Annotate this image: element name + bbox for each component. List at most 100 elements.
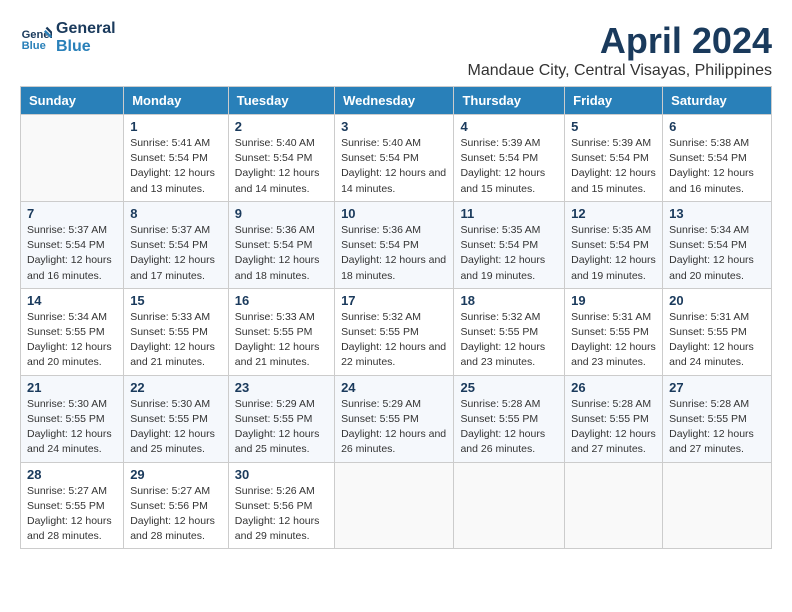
day-number: 13 — [669, 206, 765, 221]
week-row-4: 21 Sunrise: 5:30 AMSunset: 5:55 PMDaylig… — [21, 375, 772, 462]
calendar-cell: 25 Sunrise: 5:28 AMSunset: 5:55 PMDaylig… — [454, 375, 565, 462]
day-info: Sunrise: 5:35 AMSunset: 5:54 PMDaylight:… — [571, 223, 656, 284]
day-number: 12 — [571, 206, 656, 221]
day-info: Sunrise: 5:28 AMSunset: 5:55 PMDaylight:… — [669, 397, 765, 458]
day-info: Sunrise: 5:39 AMSunset: 5:54 PMDaylight:… — [460, 136, 558, 197]
day-info: Sunrise: 5:29 AMSunset: 5:55 PMDaylight:… — [235, 397, 328, 458]
day-number: 22 — [130, 380, 222, 395]
day-number: 6 — [669, 119, 765, 134]
calendar-cell: 26 Sunrise: 5:28 AMSunset: 5:55 PMDaylig… — [565, 375, 663, 462]
calendar-cell — [21, 115, 124, 202]
header-cell-sunday: Sunday — [21, 87, 124, 115]
week-row-5: 28 Sunrise: 5:27 AMSunset: 5:55 PMDaylig… — [21, 462, 772, 549]
calendar-cell: 14 Sunrise: 5:34 AMSunset: 5:55 PMDaylig… — [21, 288, 124, 375]
calendar-cell: 8 Sunrise: 5:37 AMSunset: 5:54 PMDayligh… — [124, 201, 229, 288]
day-number: 8 — [130, 206, 222, 221]
calendar-cell: 22 Sunrise: 5:30 AMSunset: 5:55 PMDaylig… — [124, 375, 229, 462]
day-info: Sunrise: 5:39 AMSunset: 5:54 PMDaylight:… — [571, 136, 656, 197]
logo: General Blue General Blue — [20, 20, 116, 55]
day-info: Sunrise: 5:34 AMSunset: 5:55 PMDaylight:… — [27, 310, 117, 371]
day-info: Sunrise: 5:30 AMSunset: 5:55 PMDaylight:… — [27, 397, 117, 458]
logo-icon: General Blue — [20, 22, 52, 54]
calendar-cell: 13 Sunrise: 5:34 AMSunset: 5:54 PMDaylig… — [663, 201, 772, 288]
calendar-cell: 30 Sunrise: 5:26 AMSunset: 5:56 PMDaylig… — [228, 462, 334, 549]
calendar-cell: 5 Sunrise: 5:39 AMSunset: 5:54 PMDayligh… — [565, 115, 663, 202]
day-info: Sunrise: 5:28 AMSunset: 5:55 PMDaylight:… — [460, 397, 558, 458]
calendar-cell — [335, 462, 454, 549]
week-row-3: 14 Sunrise: 5:34 AMSunset: 5:55 PMDaylig… — [21, 288, 772, 375]
day-number: 1 — [130, 119, 222, 134]
day-number: 7 — [27, 206, 117, 221]
calendar-cell: 6 Sunrise: 5:38 AMSunset: 5:54 PMDayligh… — [663, 115, 772, 202]
day-number: 20 — [669, 293, 765, 308]
day-number: 16 — [235, 293, 328, 308]
day-info: Sunrise: 5:37 AMSunset: 5:54 PMDaylight:… — [27, 223, 117, 284]
header-cell-saturday: Saturday — [663, 87, 772, 115]
day-info: Sunrise: 5:38 AMSunset: 5:54 PMDaylight:… — [669, 136, 765, 197]
day-info: Sunrise: 5:30 AMSunset: 5:55 PMDaylight:… — [130, 397, 222, 458]
day-info: Sunrise: 5:33 AMSunset: 5:55 PMDaylight:… — [130, 310, 222, 371]
day-info: Sunrise: 5:29 AMSunset: 5:55 PMDaylight:… — [341, 397, 447, 458]
svg-text:Blue: Blue — [22, 40, 46, 52]
logo-line1: General — [56, 20, 116, 38]
day-number: 2 — [235, 119, 328, 134]
calendar-cell: 17 Sunrise: 5:32 AMSunset: 5:55 PMDaylig… — [335, 288, 454, 375]
day-info: Sunrise: 5:26 AMSunset: 5:56 PMDaylight:… — [235, 484, 328, 545]
calendar-cell: 29 Sunrise: 5:27 AMSunset: 5:56 PMDaylig… — [124, 462, 229, 549]
calendar-cell — [565, 462, 663, 549]
day-number: 3 — [341, 119, 447, 134]
day-info: Sunrise: 5:33 AMSunset: 5:55 PMDaylight:… — [235, 310, 328, 371]
header-cell-tuesday: Tuesday — [228, 87, 334, 115]
day-info: Sunrise: 5:36 AMSunset: 5:54 PMDaylight:… — [235, 223, 328, 284]
day-number: 24 — [341, 380, 447, 395]
day-info: Sunrise: 5:32 AMSunset: 5:55 PMDaylight:… — [460, 310, 558, 371]
header-cell-monday: Monday — [124, 87, 229, 115]
subtitle: Mandaue City, Central Visayas, Philippin… — [468, 62, 772, 80]
week-row-1: 1 Sunrise: 5:41 AMSunset: 5:54 PMDayligh… — [21, 115, 772, 202]
day-info: Sunrise: 5:27 AMSunset: 5:56 PMDaylight:… — [130, 484, 222, 545]
calendar-cell — [663, 462, 772, 549]
day-number: 25 — [460, 380, 558, 395]
day-number: 14 — [27, 293, 117, 308]
calendar-cell — [454, 462, 565, 549]
title-section: April 2024 Mandaue City, Central Visayas… — [468, 20, 772, 80]
day-info: Sunrise: 5:41 AMSunset: 5:54 PMDaylight:… — [130, 136, 222, 197]
header-row: SundayMondayTuesdayWednesdayThursdayFrid… — [21, 87, 772, 115]
header-cell-thursday: Thursday — [454, 87, 565, 115]
day-number: 26 — [571, 380, 656, 395]
day-number: 30 — [235, 467, 328, 482]
month-title: April 2024 — [468, 20, 772, 62]
calendar-cell: 24 Sunrise: 5:29 AMSunset: 5:55 PMDaylig… — [335, 375, 454, 462]
header-cell-friday: Friday — [565, 87, 663, 115]
calendar-cell: 23 Sunrise: 5:29 AMSunset: 5:55 PMDaylig… — [228, 375, 334, 462]
day-number: 18 — [460, 293, 558, 308]
calendar-cell: 20 Sunrise: 5:31 AMSunset: 5:55 PMDaylig… — [663, 288, 772, 375]
day-number: 21 — [27, 380, 117, 395]
day-number: 5 — [571, 119, 656, 134]
day-number: 27 — [669, 380, 765, 395]
calendar-cell: 27 Sunrise: 5:28 AMSunset: 5:55 PMDaylig… — [663, 375, 772, 462]
day-number: 19 — [571, 293, 656, 308]
logo-line2: Blue — [56, 38, 116, 56]
calendar-cell: 7 Sunrise: 5:37 AMSunset: 5:54 PMDayligh… — [21, 201, 124, 288]
calendar-cell: 4 Sunrise: 5:39 AMSunset: 5:54 PMDayligh… — [454, 115, 565, 202]
day-info: Sunrise: 5:28 AMSunset: 5:55 PMDaylight:… — [571, 397, 656, 458]
day-info: Sunrise: 5:40 AMSunset: 5:54 PMDaylight:… — [341, 136, 447, 197]
calendar-cell: 1 Sunrise: 5:41 AMSunset: 5:54 PMDayligh… — [124, 115, 229, 202]
calendar-cell: 16 Sunrise: 5:33 AMSunset: 5:55 PMDaylig… — [228, 288, 334, 375]
day-number: 15 — [130, 293, 222, 308]
day-info: Sunrise: 5:36 AMSunset: 5:54 PMDaylight:… — [341, 223, 447, 284]
calendar-table: SundayMondayTuesdayWednesdayThursdayFrid… — [20, 86, 772, 549]
day-number: 11 — [460, 206, 558, 221]
day-info: Sunrise: 5:31 AMSunset: 5:55 PMDaylight:… — [669, 310, 765, 371]
calendar-cell: 3 Sunrise: 5:40 AMSunset: 5:54 PMDayligh… — [335, 115, 454, 202]
day-info: Sunrise: 5:31 AMSunset: 5:55 PMDaylight:… — [571, 310, 656, 371]
day-info: Sunrise: 5:37 AMSunset: 5:54 PMDaylight:… — [130, 223, 222, 284]
day-number: 29 — [130, 467, 222, 482]
calendar-cell: 15 Sunrise: 5:33 AMSunset: 5:55 PMDaylig… — [124, 288, 229, 375]
calendar-cell: 9 Sunrise: 5:36 AMSunset: 5:54 PMDayligh… — [228, 201, 334, 288]
day-number: 10 — [341, 206, 447, 221]
calendar-cell: 18 Sunrise: 5:32 AMSunset: 5:55 PMDaylig… — [454, 288, 565, 375]
day-info: Sunrise: 5:35 AMSunset: 5:54 PMDaylight:… — [460, 223, 558, 284]
day-number: 17 — [341, 293, 447, 308]
